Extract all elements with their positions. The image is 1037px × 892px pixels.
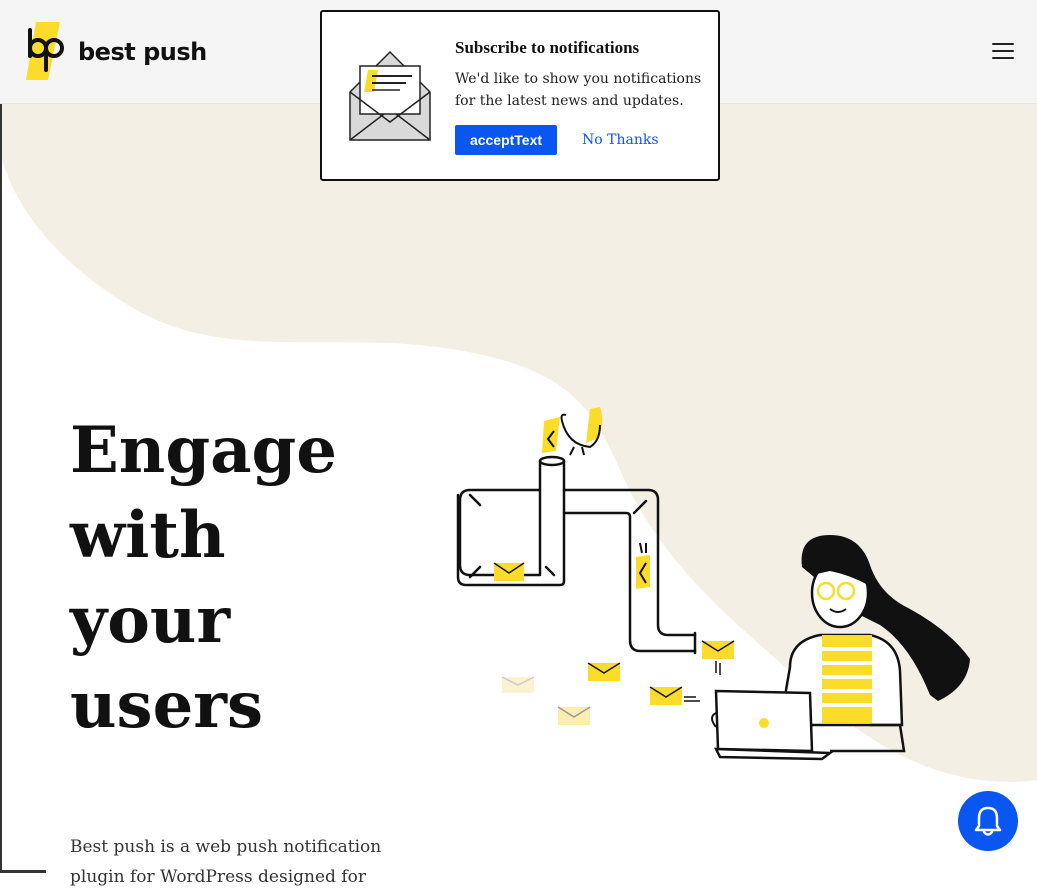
brand-name: best push bbox=[78, 38, 207, 66]
notification-bell-button[interactable] bbox=[958, 791, 1018, 851]
hero-heading-line: users bbox=[70, 668, 264, 743]
hero-illustration bbox=[456, 407, 970, 761]
dialog-message: We'd like to show you notifications for … bbox=[455, 71, 702, 109]
brand-logo[interactable]: best push bbox=[26, 22, 207, 82]
hero-description: Best push is a web push notification plu… bbox=[70, 837, 382, 887]
hero-heading-line: with bbox=[70, 498, 226, 573]
envelope-letter-icon bbox=[349, 50, 431, 141]
bell-icon bbox=[974, 806, 1002, 836]
dialog-title: Subscribe to notifications bbox=[455, 38, 640, 57]
bp-logo-icon bbox=[26, 22, 64, 80]
window-left-edge bbox=[0, 100, 2, 873]
hero-heading-line: your bbox=[70, 583, 231, 658]
hero-heading-line: Engage bbox=[70, 413, 337, 488]
notification-permission-dialog: Subscribe to notifications We'd like to … bbox=[320, 10, 720, 181]
accept-button[interactable]: acceptText bbox=[455, 125, 557, 155]
hamburger-menu-icon[interactable] bbox=[992, 43, 1014, 61]
no-thanks-button[interactable]: No Thanks bbox=[576, 125, 665, 155]
hero-heading: Engage with your users bbox=[70, 408, 370, 748]
